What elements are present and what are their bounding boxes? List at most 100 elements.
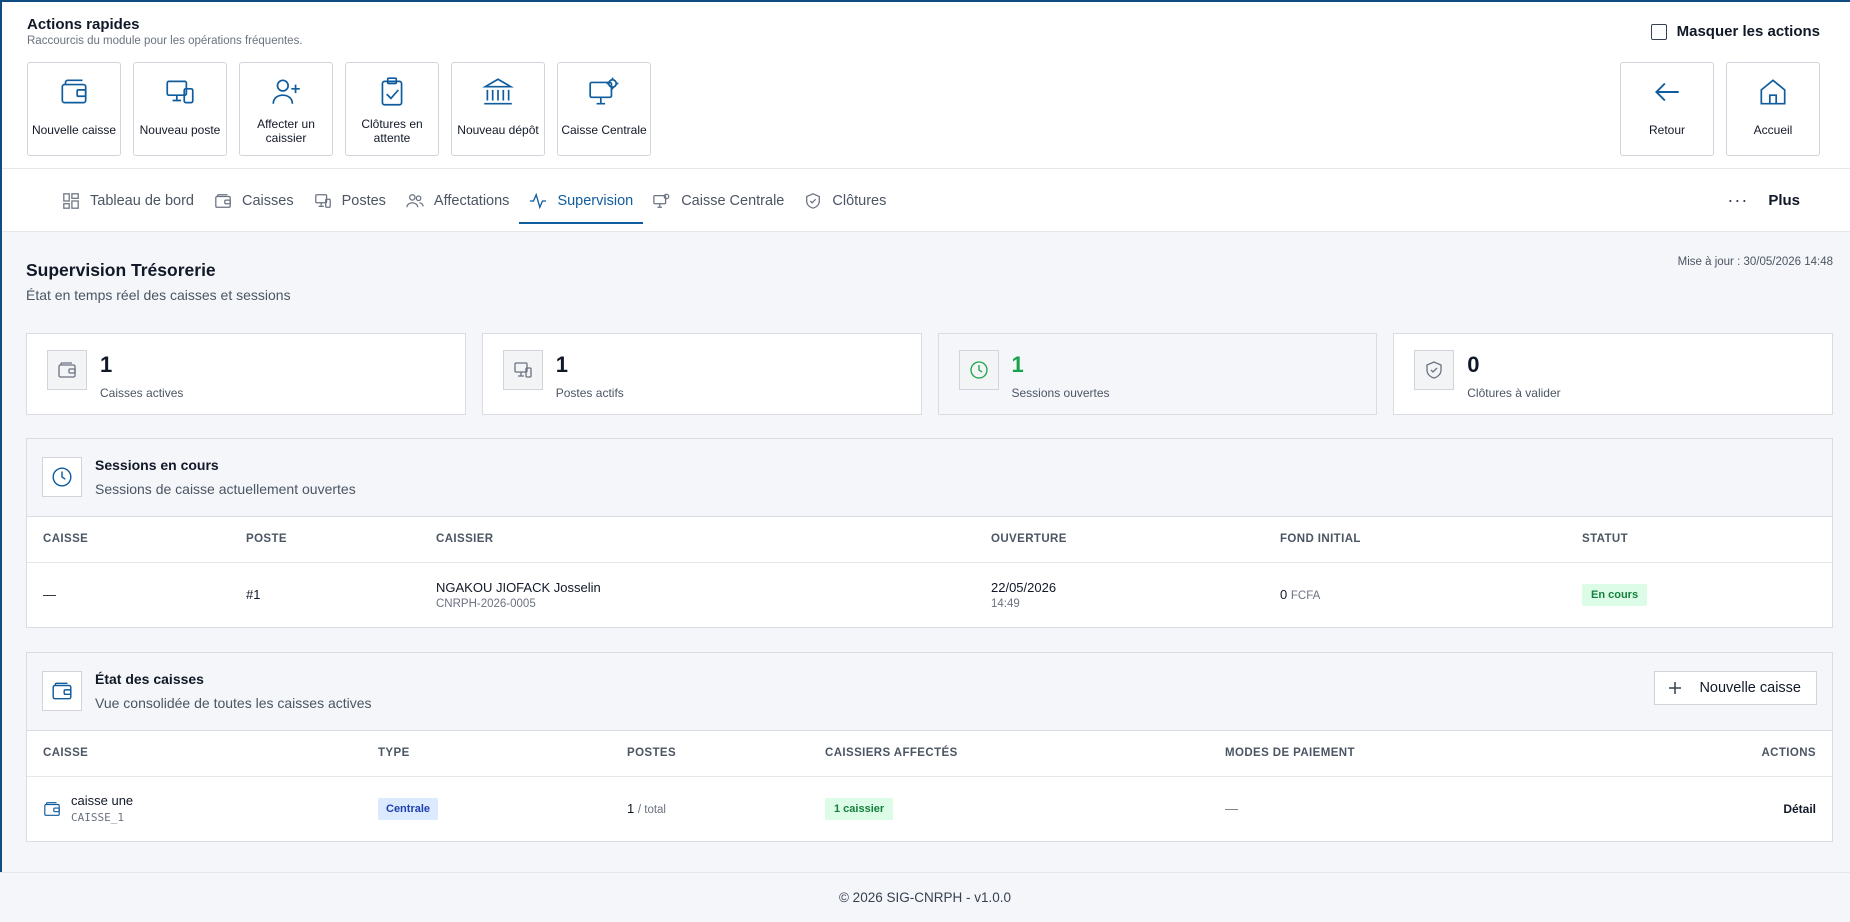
tab-assignments[interactable]: Affectations — [396, 169, 520, 232]
quick-nav-tiles: Retour Accueil — [1620, 62, 1820, 156]
stat-label: Clôtures à valider — [1467, 386, 1561, 400]
currency: FCFA — [1290, 590, 1321, 603]
column-header: CAISSIER — [420, 517, 975, 563]
column-header: POSTE — [230, 517, 420, 563]
table-row[interactable]: — #1 NGAKOU JIOFACK Josselin CNRPH-2026-… — [27, 562, 1832, 627]
tab-posts[interactable]: Postes — [304, 169, 396, 232]
clipboard-check-icon — [381, 77, 403, 106]
footer: © 2026 SIG-CNRPH - v1.0.0 — [0, 872, 1850, 922]
tab-cash-registers-label: Caisses — [242, 192, 294, 209]
quick-action-tiles: Nouvelle caisse Nouveau poste Affecter u… — [27, 62, 651, 156]
user-plus-icon — [272, 79, 300, 104]
devices-icon — [314, 193, 331, 208]
assign-cashier-label: Affecter un caissier — [257, 117, 315, 145]
column-header: CAISSE — [27, 517, 230, 563]
stat-label: Postes actifs — [555, 386, 624, 400]
column-header: TYPE — [362, 731, 611, 777]
status-badge: En cours — [1582, 583, 1648, 606]
sessions-panel-header: Sessions en cours Sessions de caisse act… — [27, 439, 1832, 517]
home-button[interactable]: Accueil — [1726, 62, 1820, 156]
wallet-icon — [44, 801, 60, 816]
posts-suffix: / total — [637, 804, 666, 817]
hide-actions-checkbox[interactable] — [1650, 23, 1667, 40]
column-header: STATUT — [1566, 517, 1832, 563]
new-cash-register-button[interactable]: Nouvelle caisse — [27, 62, 121, 156]
wallet-icon — [215, 193, 231, 208]
pending-closures-button[interactable]: Clôtures en attente — [345, 62, 439, 156]
hide-actions-toggle[interactable]: Masquer les actions — [1650, 23, 1820, 40]
new-post-button[interactable]: Nouveau poste — [133, 62, 227, 156]
page-subtitle: État en temps réel des caisses et sessio… — [26, 287, 291, 303]
shield-check-icon — [806, 192, 821, 209]
stat-value: 1 — [1011, 352, 1024, 377]
tab-supervision-label: Supervision — [557, 192, 634, 209]
sessions-subtitle: Sessions de caisse actuellement ouvertes — [95, 481, 356, 497]
assign-cashier-button[interactable]: Affecter un caissier — [239, 62, 333, 156]
tab-cash-registers[interactable]: Caisses — [204, 169, 304, 232]
wallet-icon — [42, 671, 82, 711]
devices-icon — [502, 350, 543, 390]
back-button[interactable]: Retour — [1620, 62, 1714, 156]
cell-type: Centrale — [362, 776, 611, 841]
type-badge: Centrale — [378, 797, 439, 820]
tab-closures[interactable]: Clôtures — [794, 169, 896, 232]
new-post-label: Nouveau poste — [139, 123, 221, 137]
tab-supervision[interactable]: Supervision — [519, 169, 643, 232]
cell-caissiers: 1 caissier — [809, 776, 1209, 841]
cell-statut: En cours — [1566, 562, 1832, 627]
arrow-left-icon — [1655, 82, 1679, 102]
tab-posts-label: Postes — [341, 192, 386, 209]
column-header: FOND INITIAL — [1264, 517, 1566, 563]
central-cash-button[interactable]: Caisse Centrale — [557, 62, 651, 156]
column-header: POSTES — [611, 731, 809, 777]
cash-registers-subtitle: Vue consolidée de toutes les caisses act… — [95, 695, 372, 711]
new-cash-register-panel-label: Nouvelle caisse — [1699, 680, 1801, 696]
clock-icon — [42, 457, 82, 497]
table-header-row: CAISSE POSTE CAISSIER OUVERTURE FOND INI… — [27, 517, 1832, 563]
new-cash-register-label: Nouvelle caisse — [31, 123, 117, 137]
cashier-code: CNRPH-2026-0005 — [436, 597, 536, 610]
tab-dashboard[interactable]: Tableau de bord — [52, 169, 204, 232]
quick-actions-title: Actions rapides — [27, 16, 140, 33]
stat-value: 1 — [555, 352, 568, 377]
cell-caisse: — — [43, 587, 56, 603]
last-updated: Mise à jour : 30/05/2026 14:48 — [1677, 256, 1833, 268]
back-label: Retour — [1648, 123, 1686, 137]
users-icon — [406, 193, 424, 207]
cell-caissier: NGAKOU JIOFACK Josselin CNRPH-2026-0005 — [420, 562, 975, 627]
initial-amount: 0 — [1280, 587, 1288, 603]
cell-caisse: caisse une CAISSE_1 — [27, 776, 362, 841]
more-menu-button[interactable]: ··· Plus — [1727, 169, 1800, 232]
bank-icon — [482, 78, 514, 105]
sessions-panel: Sessions en cours Sessions de caisse act… — [26, 438, 1833, 628]
monitor-gear-icon — [589, 77, 619, 105]
new-deposit-label: Nouveau dépôt — [457, 123, 539, 137]
cash-register-code: CAISSE_1 — [71, 811, 124, 825]
tab-central-cash[interactable]: Caisse Centrale — [643, 169, 794, 232]
home-icon — [1760, 79, 1786, 105]
quick-actions-subtitle: Raccourcis du module pour les opérations… — [27, 35, 303, 47]
sessions-table: CAISSE POSTE CAISSIER OUVERTURE FOND INI… — [27, 517, 1832, 627]
detail-link[interactable]: Détail — [1692, 776, 1832, 841]
wallet-icon — [47, 350, 87, 390]
cash-registers-title: État des caisses — [95, 671, 204, 687]
monitor-gear-icon — [653, 193, 670, 208]
cell-postes: 1 / total — [611, 776, 809, 841]
stat-card-closures-to-validate: 0 Clôtures à valider — [1393, 333, 1833, 415]
new-deposit-button[interactable]: Nouveau dépôt — [451, 62, 545, 156]
cash-registers-table: CAISSE TYPE POSTES CAISSIERS AFFECTÉS MO… — [27, 731, 1832, 841]
activity-icon — [530, 192, 547, 209]
column-header: OUVERTURE — [975, 517, 1264, 563]
dashboard-icon — [63, 192, 79, 209]
posts-count: 1 — [627, 801, 635, 817]
cell-modes-paiement: — — [1225, 801, 1238, 817]
tab-dashboard-label: Tableau de bord — [90, 192, 194, 209]
column-header: ACTIONS — [1692, 731, 1832, 777]
devices-icon — [166, 80, 194, 104]
new-cash-register-panel-button[interactable]: Nouvelle caisse — [1654, 671, 1817, 705]
plus-icon — [1669, 682, 1682, 694]
table-row[interactable]: caisse une CAISSE_1 Centrale 1 / total 1… — [27, 776, 1832, 841]
stat-label: Caisses actives — [100, 386, 184, 400]
stat-card-active-posts: 1 Postes actifs — [481, 333, 922, 415]
cell-ouverture: 22/05/2026 14:49 — [975, 562, 1264, 627]
